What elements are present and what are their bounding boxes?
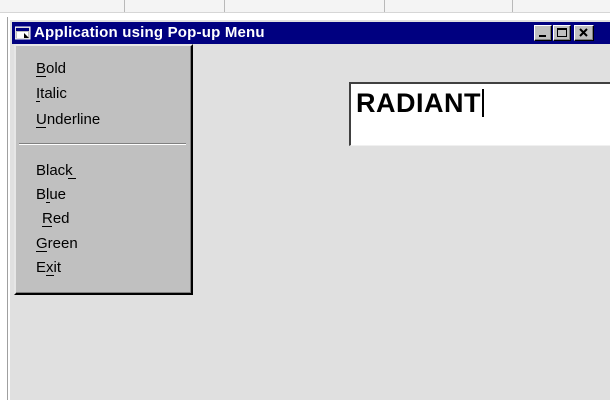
menu-item-bold[interactable]: Bold: [16, 58, 189, 80]
access-key-underline: [36, 127, 46, 128]
strip-divider: [384, 0, 385, 12]
text-display-box[interactable]: RADIANT: [349, 82, 610, 146]
menu-item-blue[interactable]: Blue: [16, 184, 189, 206]
menu-item-black[interactable]: Black: [16, 160, 189, 182]
menu-item-red[interactable]: Red: [16, 208, 189, 230]
popup-menu: Bold Italic Underline Black Blue Red Gre…: [14, 44, 193, 295]
access-key-underline: [46, 202, 50, 203]
access-key-underline: [36, 251, 47, 252]
window-title: Application using Pop-up Menu: [34, 24, 265, 41]
strip-divider: [124, 0, 125, 12]
app-window-icon[interactable]: [14, 26, 31, 40]
text-caret: [482, 89, 484, 117]
menu-item-label: Blue: [36, 186, 67, 203]
maximize-button[interactable]: [553, 25, 571, 41]
minimize-button[interactable]: [534, 25, 552, 41]
menu-item-italic[interactable]: Italic: [16, 83, 189, 105]
menu-separator: [19, 143, 186, 145]
access-key-underline: [42, 226, 52, 227]
strip-divider: [224, 0, 225, 12]
textbox-value-wrap: RADIANT: [356, 88, 484, 118]
menu-item-label: Italic: [36, 85, 67, 102]
access-key-underline: [68, 178, 76, 179]
strip-divider: [512, 0, 513, 12]
close-icon: [579, 28, 588, 37]
maximize-icon: [557, 28, 567, 37]
textbox-text: RADIANT: [356, 88, 481, 118]
minimize-icon: [539, 35, 546, 37]
background-window-strip: [0, 0, 610, 13]
menu-item-underline[interactable]: Underline: [16, 109, 189, 131]
access-key-underline: [46, 275, 54, 276]
menu-item-exit[interactable]: Exit: [16, 257, 189, 279]
title-bar[interactable]: Application using Pop-up Menu: [12, 22, 610, 44]
access-key-underline: [36, 76, 46, 77]
menu-item-green[interactable]: Green: [16, 233, 189, 255]
access-key-underline: [36, 101, 40, 102]
close-button[interactable]: [574, 25, 594, 41]
